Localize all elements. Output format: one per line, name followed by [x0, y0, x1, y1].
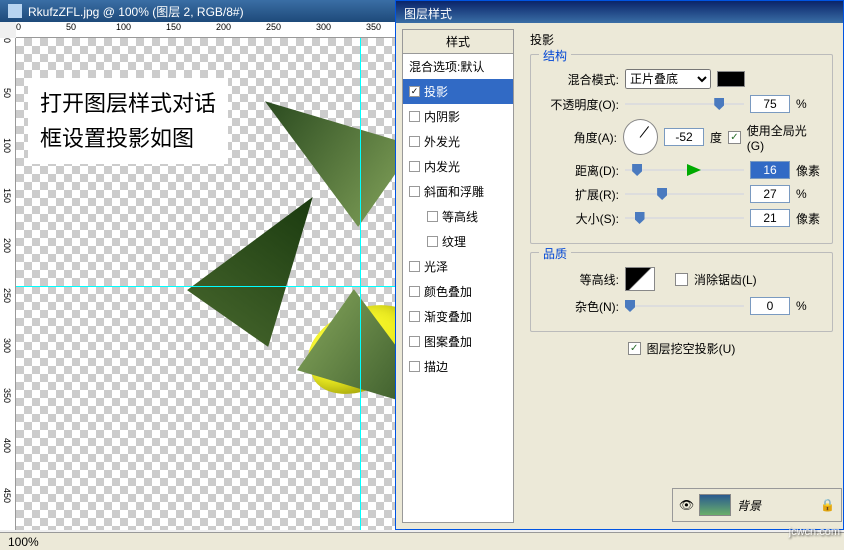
noise-label: 杂色(N): [541, 298, 619, 315]
opacity-slider[interactable] [625, 96, 744, 112]
blade-2 [175, 197, 337, 359]
angle-label: 角度(A): [541, 129, 617, 146]
checkbox-icon[interactable] [427, 236, 438, 247]
spread-label: 扩展(R): [541, 186, 619, 203]
size-slider[interactable] [625, 210, 744, 226]
knockout-label: 图层挖空投影(U) [647, 340, 736, 357]
style-texture[interactable]: 纹理 [403, 229, 513, 254]
ruler-vertical[interactable]: 0 50 100 150 200 250 300 350 400 450 [0, 38, 16, 530]
blend-options-item[interactable]: 混合选项:默认 [403, 54, 513, 79]
checkbox-icon[interactable] [427, 211, 438, 222]
noise-input[interactable] [750, 297, 790, 315]
panel-title: 投影 [530, 31, 833, 48]
style-outer-glow[interactable]: 外发光 [403, 129, 513, 154]
document-icon [8, 4, 22, 18]
global-light-checkbox[interactable]: ✓ [728, 131, 741, 144]
quality-group: 品质 等高线: 消除锯齿(L) 杂色(N): % [530, 252, 833, 332]
global-light-label: 使用全局光(G) [747, 122, 822, 153]
checkbox-icon[interactable] [409, 311, 420, 322]
zoom-level[interactable]: 100% [8, 535, 39, 549]
blend-mode-label: 混合模式: [541, 71, 619, 88]
opacity-input[interactable] [750, 95, 790, 113]
structure-group: 结构 混合模式: 正片叠底 不透明度(O): % 角度(A): 度 [530, 54, 833, 244]
distance-input[interactable] [750, 161, 790, 179]
angle-input[interactable] [664, 128, 704, 146]
antialias-label: 消除锯齿(L) [694, 271, 757, 288]
angle-dial[interactable] [623, 119, 658, 155]
cursor-icon [687, 164, 701, 176]
knockout-checkbox[interactable]: ✓ [628, 342, 641, 355]
eye-icon[interactable]: 👁 [679, 498, 693, 512]
style-inner-glow[interactable]: 内发光 [403, 154, 513, 179]
document-title: RkufzZFL.jpg @ 100% (图层 2, RGB/8#) [28, 3, 244, 20]
drop-shadow-panel: 投影 结构 混合模式: 正片叠底 不透明度(O): % 角度(A): [520, 23, 843, 529]
style-pattern-overlay[interactable]: 图案叠加 [403, 329, 513, 354]
annotation-note: 打开图层样式对话框设置投影如图 [28, 78, 228, 164]
contour-label: 等高线: [541, 271, 619, 288]
layers-row[interactable]: 👁 背景 🔒 [672, 488, 842, 522]
checkbox-icon[interactable]: ✓ [409, 86, 420, 97]
style-color-overlay[interactable]: 颜色叠加 [403, 279, 513, 304]
checkbox-icon[interactable] [409, 161, 420, 172]
status-bar: 100% [0, 532, 844, 550]
distance-slider[interactable] [625, 162, 744, 178]
checkbox-icon[interactable] [409, 286, 420, 297]
opacity-label: 不透明度(O): [541, 96, 619, 113]
blend-mode-select[interactable]: 正片叠底 [625, 69, 711, 89]
style-satin[interactable]: 光泽 [403, 254, 513, 279]
style-inner-shadow[interactable]: 内阴影 [403, 104, 513, 129]
layer-thumbnail[interactable] [699, 494, 731, 516]
size-input[interactable] [750, 209, 790, 227]
style-gradient-overlay[interactable]: 渐变叠加 [403, 304, 513, 329]
spread-slider[interactable] [625, 186, 744, 202]
distance-label: 距离(D): [541, 162, 619, 179]
checkbox-icon[interactable] [409, 261, 420, 272]
style-stroke[interactable]: 描边 [403, 354, 513, 379]
checkbox-icon[interactable] [409, 136, 420, 147]
lock-icon[interactable]: 🔒 [820, 498, 835, 512]
dialog-title: 图层样式 [404, 7, 452, 21]
contour-picker[interactable] [625, 267, 655, 291]
noise-slider[interactable] [625, 298, 744, 314]
checkbox-icon[interactable] [409, 361, 420, 372]
style-drop-shadow[interactable]: ✓投影 [403, 79, 513, 104]
structure-legend: 结构 [539, 47, 571, 64]
style-list-header[interactable]: 样式 [403, 30, 513, 54]
checkbox-icon[interactable] [409, 186, 420, 197]
dialog-title-bar[interactable]: 图层样式 [396, 1, 843, 23]
shadow-color-swatch[interactable] [717, 71, 745, 87]
style-bevel[interactable]: 斜面和浮雕 [403, 179, 513, 204]
layer-style-dialog: 图层样式 样式 混合选项:默认 ✓投影 内阴影 外发光 内发光 斜面和浮雕 等高… [395, 0, 844, 530]
style-list: 样式 混合选项:默认 ✓投影 内阴影 外发光 内发光 斜面和浮雕 等高线 纹理 … [402, 29, 514, 523]
checkbox-icon[interactable] [409, 336, 420, 347]
style-contour[interactable]: 等高线 [403, 204, 513, 229]
quality-legend: 品质 [539, 245, 571, 262]
antialias-checkbox[interactable] [675, 273, 688, 286]
spread-input[interactable] [750, 185, 790, 203]
layer-name[interactable]: 背景 [737, 497, 761, 514]
checkbox-icon[interactable] [409, 111, 420, 122]
watermark: jcwcn.com [789, 526, 840, 538]
guide-vertical[interactable] [360, 38, 361, 530]
size-label: 大小(S): [541, 210, 619, 227]
